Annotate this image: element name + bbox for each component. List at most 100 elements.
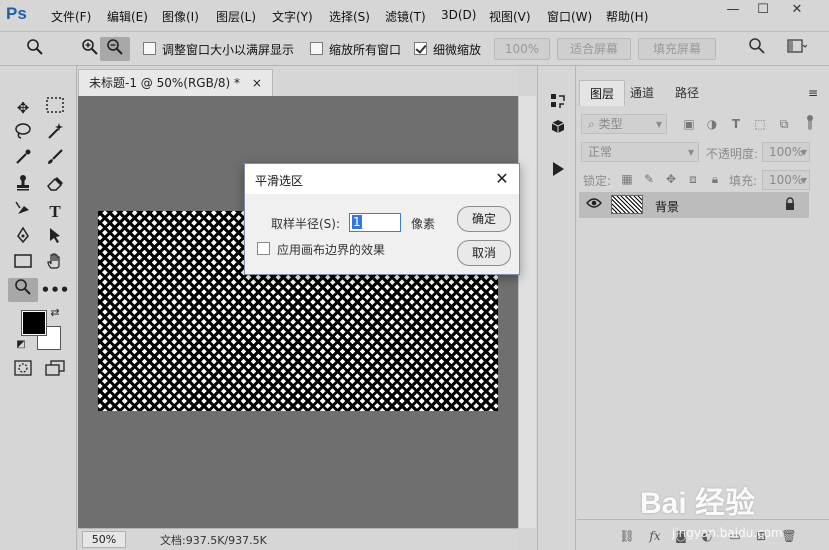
menu-image[interactable]: 图像(I) <box>162 8 199 25</box>
quick-mask-icon[interactable] <box>8 359 38 383</box>
filter-adjustment-icon[interactable]: ◑ <box>704 116 720 132</box>
layer-name: 背景 <box>655 200 680 214</box>
zoom-all-windows-label: 缩放所有窗口 <box>329 43 402 57</box>
layer-row-background[interactable]: 背景 <box>579 192 809 218</box>
maximize-button[interactable]: ☐ <box>748 0 778 22</box>
options-bar: 调整窗口大小以满屏显示 缩放所有窗口 细微缩放 100% 适合屏幕 填充屏幕 <box>0 32 829 66</box>
lock-pixels-icon[interactable]: ✎ <box>641 171 657 187</box>
type-tool-icon[interactable]: T <box>40 200 70 224</box>
panel-menu-icon[interactable]: ≡ <box>805 85 821 101</box>
zoom-100-button[interactable]: 100% <box>494 38 550 60</box>
rectangle-tool-icon[interactable] <box>8 252 38 276</box>
status-bar: 50% 文档:937.5K/937.5K <box>78 528 518 550</box>
fit-screen-button[interactable]: 适合屏幕 <box>557 38 631 60</box>
apply-edge-label: 应用画布边界的效果 <box>277 243 386 257</box>
opacity-label: 不透明度: <box>706 147 759 161</box>
filter-type-icon[interactable]: T <box>728 116 744 132</box>
pen-tool-icon[interactable] <box>8 226 38 250</box>
opacity-value: 100% <box>769 145 804 159</box>
screen-mode-icon[interactable] <box>40 359 70 383</box>
scrubby-zoom-checkbox[interactable] <box>414 42 427 55</box>
vertical-scrollbar[interactable] <box>518 96 536 528</box>
watermark-main-text: Bai 经验 <box>640 487 756 520</box>
blend-mode-select[interactable]: 正常 ▾ <box>581 142 699 162</box>
opacity-field[interactable]: 100% ▾ <box>762 142 810 162</box>
filter-smart-object-icon[interactable]: ⧉ <box>776 116 792 132</box>
magic-wand-tool-icon[interactable] <box>40 122 70 146</box>
sample-radius-label: 取样半径(S): <box>271 217 341 231</box>
smooth-selection-dialog: 平滑选区 ✕ 取样半径(S): 1 像素 确定 应用画布边界的效果 取消 <box>244 163 520 275</box>
menu-window[interactable]: 窗口(W) <box>547 8 592 25</box>
menu-3d[interactable]: 3D(D) <box>441 8 476 22</box>
filter-shape-icon[interactable]: ⬚ <box>752 116 768 132</box>
collapsed-panel-strip <box>537 66 576 550</box>
history-icon[interactable] <box>546 92 570 114</box>
eyedropper-tool-icon[interactable] <box>8 148 38 172</box>
filter-toggle-icon[interactable] <box>805 114 815 132</box>
default-colors-icon[interactable]: ◩ <box>14 338 28 352</box>
more-tools-icon[interactable]: ••• <box>40 278 70 302</box>
blend-mode-value: 正常 <box>588 145 613 159</box>
blur-tool-icon[interactable] <box>8 200 38 224</box>
lock-position-icon[interactable]: ✥ <box>663 171 679 187</box>
layer-visibility-eye-icon[interactable] <box>586 197 602 213</box>
menu-layer[interactable]: 图层(L) <box>216 8 256 25</box>
swap-colors-icon[interactable]: ⇄ <box>48 306 62 320</box>
watermark-url: jingyan.baidu.com <box>672 526 783 540</box>
workspace-icon[interactable] <box>782 37 812 61</box>
cancel-button[interactable]: 取消 <box>457 240 511 266</box>
filter-pixel-icon[interactable]: ▣ <box>681 116 697 132</box>
zoom-tool-icon[interactable] <box>8 278 38 302</box>
close-document-icon[interactable]: × <box>252 76 262 90</box>
zoom-tool-preset-icon[interactable] <box>20 37 50 61</box>
ps-logo: Ps <box>6 4 27 23</box>
canvas-area[interactable] <box>78 96 518 528</box>
sample-radius-input[interactable]: 1 <box>349 213 401 232</box>
menu-help[interactable]: 帮助(H) <box>606 8 648 25</box>
unit-label: 像素 <box>411 217 436 231</box>
filter-kind-select[interactable]: ⌕ 类型 ▾ <box>581 114 667 134</box>
close-window-button[interactable]: ✕ <box>782 0 812 22</box>
zoom-out-icon[interactable] <box>100 37 130 61</box>
ok-button[interactable]: 确定 <box>457 206 511 232</box>
resize-window-label: 调整窗口大小以满屏显示 <box>162 43 295 57</box>
menu-view[interactable]: 视图(V) <box>489 8 531 25</box>
lasso-tool-icon[interactable] <box>8 122 38 146</box>
stamp-tool-icon[interactable] <box>8 174 38 198</box>
foreground-color-swatch[interactable] <box>21 310 47 336</box>
marquee-tool-icon[interactable] <box>40 96 70 120</box>
resize-window-checkbox[interactable] <box>143 42 156 55</box>
minimize-button[interactable]: — <box>718 0 748 22</box>
menu-filter[interactable]: 滤镜(T) <box>385 8 426 25</box>
hand-tool-icon[interactable] <box>40 252 70 276</box>
lock-artboard-icon[interactable]: ⧈ <box>685 171 701 187</box>
actions-play-icon[interactable] <box>546 161 570 183</box>
eraser-tool-icon[interactable] <box>40 174 70 198</box>
tab-paths[interactable]: 路径 <box>665 80 709 106</box>
fill-screen-button[interactable]: 填充屏幕 <box>638 38 716 60</box>
zoom-all-windows-checkbox[interactable] <box>310 42 323 55</box>
fill-field[interactable]: 100% ▾ <box>762 170 810 190</box>
menu-select[interactable]: 选择(S) <box>329 8 370 25</box>
baidu-watermark: Bai 经验 jingyan.baidu.com <box>640 464 825 544</box>
brush-tool-icon[interactable] <box>40 148 70 172</box>
menu-edit[interactable]: 编辑(E) <box>107 8 148 25</box>
lock-all-icon[interactable]: 🔒︎ <box>707 171 723 187</box>
move-tool-icon[interactable]: ✥ <box>8 96 38 120</box>
lock-transparent-icon[interactable]: ▦ <box>619 171 635 187</box>
document-info: 文档:937.5K/937.5K <box>160 534 267 547</box>
layer-thumbnail <box>611 195 643 214</box>
menu-file[interactable]: 文件(F) <box>51 8 91 25</box>
document-tab-bar: 未标题-1 @ 50%(RGB/8) * × <box>78 66 518 96</box>
link-layers-icon[interactable]: ⛓ <box>619 528 635 544</box>
document-tab[interactable]: 未标题-1 @ 50%(RGB/8) * × <box>78 69 273 96</box>
search-icon[interactable] <box>742 37 772 61</box>
tab-channels[interactable]: 通道 <box>620 80 664 106</box>
menu-type[interactable]: 文字(Y) <box>272 8 313 25</box>
apply-edge-checkbox[interactable] <box>257 242 270 255</box>
3d-cube-icon[interactable] <box>546 118 570 140</box>
dialog-close-icon[interactable]: ✕ <box>491 168 513 190</box>
tab-layers[interactable]: 图层 <box>579 80 626 106</box>
zoom-level-field[interactable]: 50% <box>82 531 126 548</box>
path-selection-tool-icon[interactable] <box>40 226 70 250</box>
